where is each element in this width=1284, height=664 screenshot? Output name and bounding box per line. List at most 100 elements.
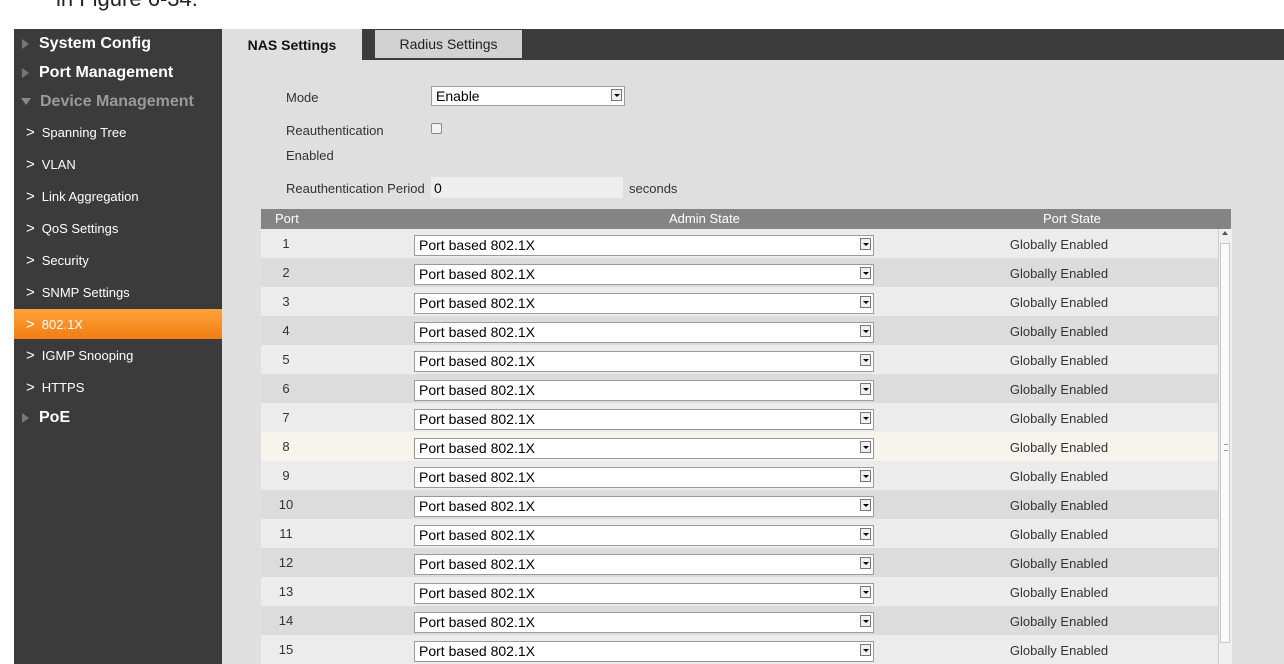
chevron-down-icon [860, 499, 871, 511]
port-number: 14 [278, 613, 294, 628]
sidebar-item-https[interactable]: > HTTPS [14, 371, 222, 403]
admin-state-select[interactable]: Port based 802.1X [414, 264, 874, 285]
chevron-down-icon [860, 238, 871, 250]
table-row: 10 Port based 802.1X Globally Enabled [261, 490, 1218, 519]
port-number: 8 [282, 439, 290, 454]
chevron-right-icon: > [26, 123, 35, 141]
col-admin-state: Admin State [669, 211, 740, 226]
period-unit: seconds [629, 181, 678, 196]
chevron-right-icon: > [26, 378, 35, 396]
admin-state-select[interactable]: Port based 802.1X [414, 641, 874, 662]
sidebar-item-link-aggregation[interactable]: > Link Aggregation [14, 180, 222, 212]
admin-state-value: Port based 802.1X [419, 527, 535, 543]
admin-state-select[interactable]: Port based 802.1X [414, 612, 874, 633]
sidebar-item-label: Link Aggregation [41, 188, 139, 204]
admin-state-value: Port based 802.1X [419, 382, 535, 398]
admin-state-select[interactable]: Port based 802.1X [414, 380, 874, 401]
admin-state-select[interactable]: Port based 802.1X [414, 235, 874, 256]
reauth-enabled-checkbox[interactable] [431, 123, 442, 134]
chevron-down-icon [860, 354, 871, 366]
table-row: 2 Port based 802.1X Globally Enabled [261, 258, 1218, 287]
port-state: Globally Enabled [1009, 643, 1109, 658]
admin-state-select[interactable]: Port based 802.1X [414, 583, 874, 604]
chevron-right-icon: > [26, 187, 35, 205]
reauth-period-input[interactable] [431, 177, 623, 198]
chevron-right-icon: > [26, 315, 35, 333]
sidebar-item-802-1x[interactable]: >802.1X [14, 309, 222, 339]
admin-state-select[interactable]: Port based 802.1X [414, 525, 874, 546]
chevron-down-icon [860, 586, 871, 598]
port-state: Globally Enabled [1009, 440, 1109, 455]
mode-select[interactable]: Enable [431, 86, 625, 106]
port-state: Globally Enabled [1009, 556, 1109, 571]
admin-state-select[interactable]: Port based 802.1X [414, 293, 874, 314]
admin-state-value: Port based 802.1X [419, 556, 535, 572]
admin-state-value: Port based 802.1X [419, 469, 535, 485]
sidebar-item-snmp-settings[interactable]: > SNMP Settings [14, 276, 222, 308]
tab-nas-settings[interactable]: NAS Settings [222, 29, 362, 60]
scroll-up-arrow-icon[interactable] [1222, 231, 1228, 235]
sidebar-item-label: VLAN [41, 156, 76, 172]
chevron-down-icon [860, 615, 871, 627]
admin-state-select[interactable]: Port based 802.1X [414, 467, 874, 488]
table-scrollbar[interactable] [1218, 229, 1232, 664]
mode-select-value: Enable [436, 88, 480, 104]
admin-state-value: Port based 802.1X [419, 266, 535, 282]
table-row: 1 Port based 802.1X Globally Enabled [261, 229, 1218, 258]
sidebar-item-port-management[interactable]: Port Management [14, 58, 222, 87]
admin-state-select[interactable]: Port based 802.1X [414, 554, 874, 575]
admin-state-select[interactable]: Port based 802.1X [414, 322, 874, 343]
chevron-down-icon [611, 89, 622, 101]
port-state: Globally Enabled [1009, 382, 1109, 397]
table-row: 6 Port based 802.1X Globally Enabled [261, 374, 1218, 403]
document-caption: in Figure 6-34. [56, 0, 198, 12]
chevron-down-icon [860, 296, 871, 308]
admin-state-select[interactable]: Port based 802.1X [414, 409, 874, 430]
chevron-right-icon: > [26, 155, 35, 173]
sidebar-item-vlan[interactable]: > VLAN [14, 148, 222, 180]
table-row: 8 Port based 802.1X Globally Enabled [261, 432, 1218, 461]
sidebar-item-label: IGMP Snooping [41, 347, 134, 363]
chevron-down-icon [860, 267, 871, 279]
admin-state-select[interactable]: Port based 802.1X [414, 351, 874, 372]
col-port-state: Port State [1043, 211, 1101, 226]
triangle-right-icon [22, 412, 29, 423]
sidebar-item-label: PoE [39, 408, 71, 426]
scroll-thumb[interactable] [1220, 243, 1230, 643]
sidebar-item-spanning-tree[interactable]: > Spanning Tree [14, 116, 222, 148]
table-row: 3 Port based 802.1X Globally Enabled [261, 287, 1218, 316]
port-state: Globally Enabled [1009, 353, 1109, 368]
admin-state-value: Port based 802.1X [419, 614, 535, 630]
port-number: 13 [278, 584, 294, 599]
sidebar-item-label: QoS Settings [41, 220, 119, 236]
mode-label: Mode [286, 90, 319, 105]
tab-radius-settings[interactable]: Radius Settings [375, 30, 522, 58]
chevron-right-icon: > [26, 219, 35, 237]
table-row: 14 Port based 802.1X Globally Enabled [261, 606, 1218, 635]
chevron-right-icon: > [26, 251, 35, 269]
admin-state-value: Port based 802.1X [419, 411, 535, 427]
sidebar-item-system-config[interactable]: System Config [14, 29, 222, 58]
port-state: Globally Enabled [1009, 585, 1109, 600]
chevron-right-icon: > [26, 346, 35, 364]
sidebar-item-igmp-snooping[interactable]: > IGMP Snooping [14, 339, 222, 371]
port-number: 10 [278, 497, 294, 512]
sidebar-item-poe[interactable]: PoE [14, 403, 222, 432]
port-number: 2 [282, 265, 290, 280]
admin-state-select[interactable]: Port based 802.1X [414, 438, 874, 459]
port-state: Globally Enabled [1009, 527, 1109, 542]
table-row: 7 Port based 802.1X Globally Enabled [261, 403, 1218, 432]
sidebar-item-qos-settings[interactable]: > QoS Settings [14, 212, 222, 244]
chevron-down-icon [860, 470, 871, 482]
table-row: 5 Port based 802.1X Globally Enabled [261, 345, 1218, 374]
admin-state-value: Port based 802.1X [419, 585, 535, 601]
triangle-down-icon [21, 98, 31, 105]
ports-table-body: 1 Port based 802.1X Globally Enabled 2 Port … [261, 229, 1218, 664]
port-state: Globally Enabled [1009, 295, 1109, 310]
port-number: 5 [282, 352, 290, 367]
sidebar-item-security[interactable]: > Security [14, 244, 222, 276]
ports-table-header: Port Admin State Port State [261, 209, 1231, 229]
sidebar-item-label: SNMP Settings [41, 284, 130, 300]
sidebar-item-device-management[interactable]: Device Management [14, 87, 222, 116]
admin-state-select[interactable]: Port based 802.1X [414, 496, 874, 517]
